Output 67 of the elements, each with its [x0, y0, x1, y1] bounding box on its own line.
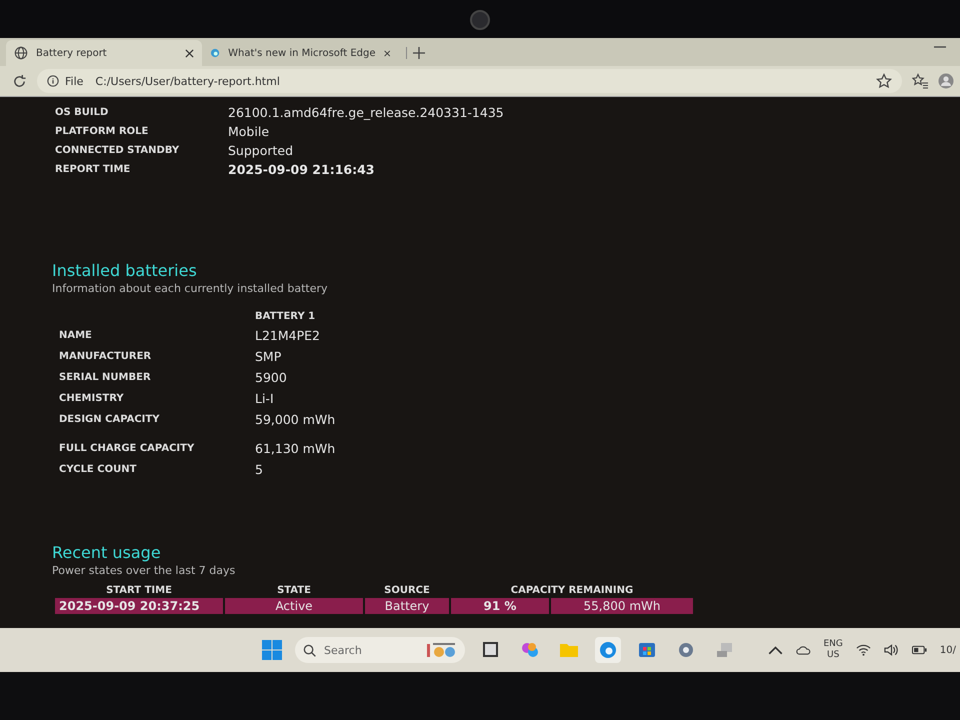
field-label: CONNECTED STANDBY — [55, 145, 180, 156]
field-value: 5 — [255, 462, 264, 477]
column-header: BATTERY 1 — [255, 311, 316, 322]
info-icon — [47, 75, 59, 87]
profile-icon[interactable] — [938, 73, 954, 89]
field-value: Li-I — [255, 391, 275, 406]
field-value: Supported — [228, 143, 294, 158]
browser-icon[interactable] — [595, 637, 621, 663]
section-heading: Recent usage — [52, 543, 162, 562]
clock-text[interactable]: 10/ — [940, 644, 956, 656]
favorites-icon[interactable] — [912, 73, 928, 89]
column-header: START TIME — [105, 585, 173, 596]
column-header: STATE — [276, 585, 312, 596]
table-cell: Active — [225, 598, 363, 614]
field-value: L21M4PE2 — [255, 328, 321, 343]
close-icon[interactable] — [185, 48, 194, 58]
field-label: REPORT TIME — [55, 164, 132, 175]
field-label: FULL CHARGE CAPACITY — [59, 443, 196, 454]
field-label: CHEMISTRY — [59, 393, 125, 404]
column-header: SOURCE — [383, 585, 431, 596]
tab-title: What's new in Microsoft Edge — [228, 48, 376, 58]
browser-tab[interactable]: Battery report — [6, 40, 202, 66]
field-value: SMP — [255, 349, 282, 364]
field-label: NAME — [59, 330, 93, 341]
column-header: CAPACITY REMAINING — [510, 585, 634, 596]
field-label: DESIGN CAPACITY — [59, 414, 160, 425]
table-cell: Battery — [365, 598, 449, 614]
start-icon[interactable] — [262, 640, 282, 660]
chevron-up-icon[interactable] — [768, 644, 782, 656]
field-label: MANUFACTURER — [59, 351, 152, 362]
globe-icon — [14, 46, 28, 60]
field-value: 2025-09-09 21:16:43 — [228, 162, 376, 177]
field-label: CYCLE COUNT — [59, 464, 138, 475]
table-cell: 55,800 mWh — [551, 598, 693, 614]
field-value: 61,130 mWh — [255, 441, 336, 456]
camera-lens — [470, 10, 490, 30]
table-cell: 2025-09-09 20:37:25 — [55, 598, 223, 614]
battery-icon[interactable] — [912, 644, 927, 656]
tab-title: Battery report — [36, 48, 108, 58]
refresh-icon[interactable] — [12, 74, 27, 88]
field-label: OS BUILD — [55, 107, 110, 118]
section-heading: Installed batteries — [52, 261, 198, 280]
table-cell: 91 % — [451, 598, 549, 614]
search-field[interactable]: Search — [295, 637, 465, 663]
speaker-icon[interactable] — [884, 644, 899, 656]
address-field[interactable]: File C:/Users/User/battery-report.html — [37, 69, 902, 93]
star-icon[interactable] — [876, 73, 892, 89]
cloud-icon[interactable] — [796, 644, 810, 656]
browser-logo-icon — [210, 46, 220, 60]
field-label: PLATFORM ROLE — [55, 126, 150, 137]
close-icon[interactable] — [384, 48, 390, 58]
new-tab-icon[interactable] — [406, 47, 425, 59]
field-value: 59,000 mWh — [255, 412, 336, 427]
scheme-label: File — [65, 74, 84, 88]
search-highlight-drawing — [427, 641, 457, 659]
field-label: SERIAL NUMBER — [59, 372, 152, 383]
field-value: Mobile — [228, 124, 270, 139]
search-icon — [303, 644, 316, 656]
field-value: 5900 — [255, 370, 288, 385]
section-subtitle: Power states over the last 7 days — [52, 564, 236, 577]
section-subtitle: Information about each currently installed battery — [52, 282, 328, 295]
browser-tab[interactable]: What's new in Microsoft Edge — [202, 40, 398, 66]
language-indicator[interactable]: ENG US — [824, 639, 843, 661]
url-text: C:/Users/User/battery-report.html — [95, 74, 280, 88]
field-value: 26100.1.amd64fre.ge_release.240331-1435 — [228, 105, 504, 120]
minimize-icon[interactable] — [934, 46, 946, 48]
wifi-icon[interactable] — [856, 644, 871, 656]
